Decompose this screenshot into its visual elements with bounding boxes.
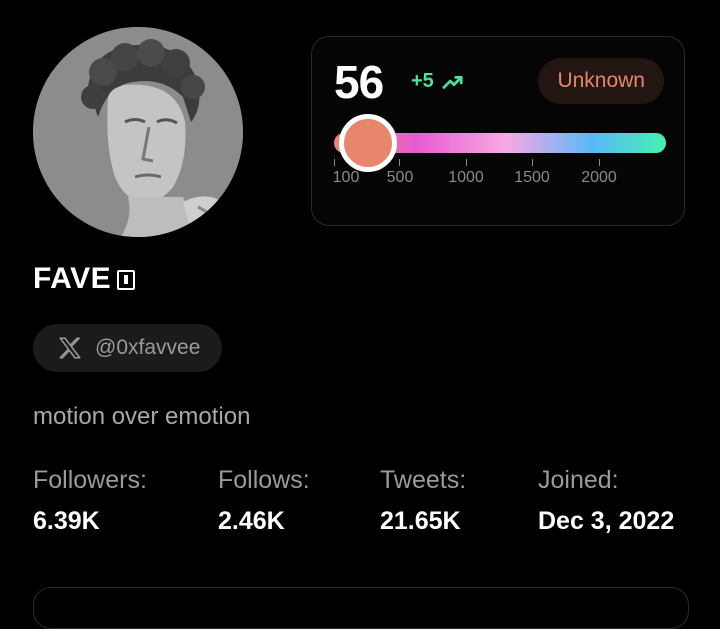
score-status-badge: Unknown	[538, 58, 664, 104]
scale-label: 500	[386, 169, 414, 186]
profile-avatar	[33, 27, 243, 237]
statue-image	[33, 27, 243, 237]
stat-value: 2.46K	[218, 507, 285, 535]
scale-label: 1500	[514, 169, 550, 186]
stat-label: Followers:	[33, 466, 147, 494]
stat-follows: Follows: 2.46K	[218, 466, 310, 536]
score-delta: +5	[411, 70, 464, 93]
stat-value: 21.65K	[380, 507, 461, 535]
stat-value: 6.39K	[33, 507, 100, 535]
stat-label: Follows:	[218, 466, 310, 494]
scale-tick	[466, 159, 467, 166]
bottom-card	[33, 587, 689, 629]
scale-tick	[334, 159, 335, 166]
verified-badge-icon	[117, 270, 136, 290]
scale-label: 100	[332, 169, 360, 186]
scale-tick	[599, 159, 600, 166]
profile-name: FAVE	[33, 262, 136, 296]
profile-bio: motion over emotion	[33, 403, 251, 430]
twitter-handle-link[interactable]: @0xfavvee	[33, 324, 223, 372]
twitter-handle-text: @0xfavvee	[95, 336, 201, 359]
stat-joined: Joined: Dec 3, 2022	[538, 466, 674, 536]
trending-up-icon	[442, 75, 463, 89]
score-card: 56 +5 Unknown 100 500 1000 1500 2000	[311, 36, 685, 226]
stat-tweets: Tweets: 21.65K	[380, 466, 466, 536]
stat-value: Dec 3, 2022	[538, 507, 675, 535]
scale-label: 2000	[581, 169, 617, 186]
scale-tick	[532, 159, 533, 166]
score-value: 56	[334, 56, 384, 108]
score-delta-text: +5	[411, 70, 434, 92]
scale-labels: 100 500 1000 1500 2000	[312, 169, 684, 189]
x-logo-icon	[59, 337, 81, 359]
scale-tick	[399, 159, 400, 166]
stat-label: Tweets:	[380, 466, 467, 494]
profile-name-text: FAVE	[33, 262, 112, 295]
scale-label: 1000	[448, 169, 484, 186]
stat-label: Joined:	[538, 466, 619, 494]
stat-followers: Followers: 6.39K	[33, 466, 147, 536]
score-slider-handle	[339, 114, 397, 172]
